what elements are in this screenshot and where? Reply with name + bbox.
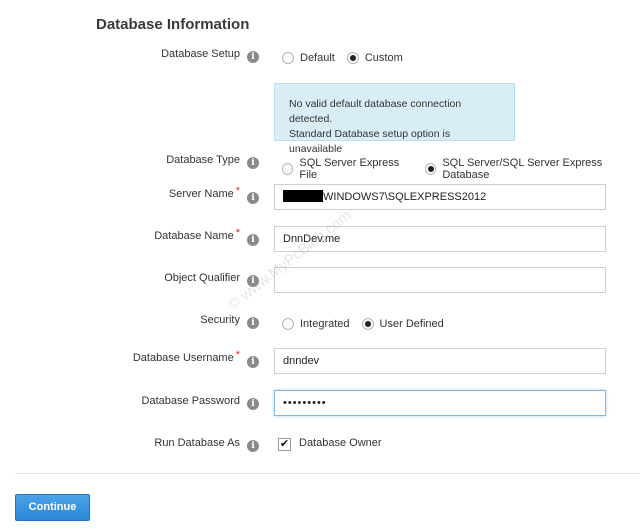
- database-type-label: Database Type: [166, 154, 240, 166]
- info-icon[interactable]: i: [247, 356, 259, 368]
- database-type-sql-server-label: SQL Server/SQL Server Express Database: [442, 157, 603, 181]
- info-icon[interactable]: i: [247, 275, 259, 287]
- required-asterisk: *: [235, 349, 240, 361]
- security-user-defined-radio[interactable]: [361, 318, 374, 330]
- redacted-block: [283, 190, 323, 203]
- required-asterisk: *: [235, 185, 240, 197]
- database-setup-label: Database Setup: [161, 48, 240, 60]
- info-icon[interactable]: i: [247, 440, 259, 452]
- server-name-input[interactable]: WINDOWS7\SQLEXPRESS2012: [274, 184, 606, 210]
- database-username-label: Database Username *: [132, 349, 240, 364]
- database-type-radio-group: SQL Server Express File SQL Server/SQL S…: [282, 157, 640, 181]
- database-password-label: Database Password: [141, 395, 240, 407]
- security-label: Security: [200, 314, 240, 326]
- required-asterisk: *: [235, 227, 240, 239]
- no-default-connection-notice: No valid default database connection det…: [274, 83, 515, 155]
- security-integrated-radio[interactable]: [282, 318, 294, 330]
- continue-button[interactable]: Continue: [15, 494, 90, 521]
- object-qualifier-input[interactable]: [274, 267, 606, 293]
- divider: [15, 473, 640, 474]
- info-icon[interactable]: i: [247, 51, 259, 63]
- database-setup-custom-radio[interactable]: [346, 52, 359, 64]
- database-type-express-file-radio[interactable]: [282, 163, 294, 175]
- security-integrated-label: Integrated: [300, 318, 350, 330]
- database-type-express-file-label: SQL Server Express File: [299, 157, 400, 181]
- watermark: © www.MyPcBlog.com: [225, 206, 355, 314]
- object-qualifier-label: Object Qualifier: [164, 272, 240, 284]
- run-database-as-label: Run Database As: [154, 437, 240, 449]
- section-title: Database Information: [96, 16, 250, 33]
- database-name-label: Database Name *: [154, 227, 240, 242]
- info-icon[interactable]: i: [247, 317, 259, 329]
- database-password-input[interactable]: •••••••••: [274, 390, 606, 416]
- database-setup-radio-group: Default Custom: [282, 52, 415, 64]
- info-icon[interactable]: i: [247, 234, 259, 246]
- database-name-input[interactable]: DnnDev.me: [274, 226, 606, 252]
- database-owner-label: Database Owner: [299, 437, 382, 449]
- info-icon[interactable]: i: [247, 192, 259, 204]
- server-name-label: Server Name *: [168, 185, 240, 200]
- database-setup-default-radio[interactable]: [282, 52, 294, 64]
- security-user-defined-label: User Defined: [379, 318, 444, 330]
- info-icon[interactable]: i: [247, 157, 259, 169]
- security-radio-group: Integrated User Defined: [282, 318, 456, 330]
- notice-line-2: Standard Database setup option is unavai…: [289, 128, 451, 155]
- database-setup-default-label: Default: [300, 52, 335, 64]
- database-username-input[interactable]: dnndev: [274, 348, 606, 374]
- database-type-sql-server-radio[interactable]: [424, 163, 437, 175]
- info-icon[interactable]: i: [247, 398, 259, 410]
- database-owner-checkbox[interactable]: ✔: [278, 438, 291, 451]
- database-setup-custom-label: Custom: [364, 52, 403, 64]
- notice-line-1: No valid default database connection det…: [289, 98, 462, 125]
